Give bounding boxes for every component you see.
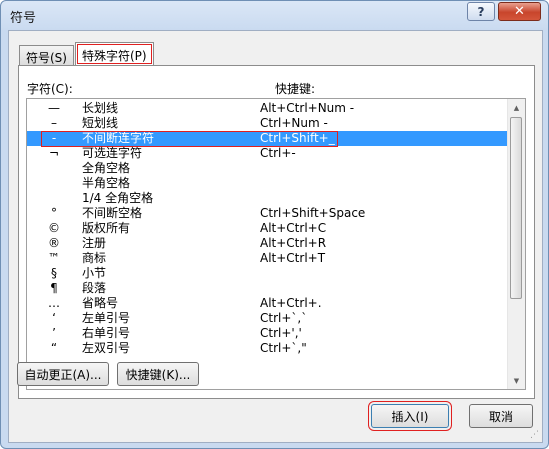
scroll-up-icon[interactable]: ▲ [508, 99, 525, 116]
list-item-name: 全角空格 [82, 161, 131, 175]
list-item-shortcut: Ctrl+`," [260, 341, 307, 355]
list-item[interactable]: ¬ 可选连字符 Ctrl+- [27, 146, 507, 161]
list-item-shortcut: Ctrl+',' [260, 326, 302, 340]
close-button[interactable]: ✕ [498, 2, 541, 21]
list-item[interactable]: - 不间断连字符 Ctrl+Shift+_ [27, 131, 507, 147]
list-item-name: 省略号 [82, 296, 119, 310]
list-item[interactable]: ’ 右单引号 Ctrl+',' [27, 326, 507, 341]
list-item[interactable]: © 版权所有 Alt+Ctrl+C [27, 221, 507, 236]
list-item[interactable]: ¶ 段落 [27, 281, 507, 296]
list-item-symbol: ‘ [52, 311, 56, 325]
list-item[interactable]: — 长划线 Alt+Ctrl+Num - [27, 101, 507, 116]
list-item-shortcut: Alt+Ctrl+Num - [260, 101, 355, 115]
list-item[interactable]: 半角空格 [27, 176, 507, 191]
list-item-name: 短划线 [82, 116, 119, 130]
resize-grip-icon[interactable]: ⋰ [530, 430, 540, 440]
list-item-symbol: ° [51, 206, 57, 220]
list-item-symbol: - [51, 131, 57, 145]
list-item-name: 长划线 [82, 101, 119, 115]
list-item-name: 小节 [82, 266, 107, 280]
list-item[interactable]: ® 注册 Alt+Ctrl+R [27, 236, 507, 251]
list-item-symbol: © [48, 221, 60, 235]
list-item-shortcut: Ctrl+Shift+_ [260, 131, 335, 145]
list-item[interactable]: … 省略号 Alt+Ctrl+. [27, 296, 507, 311]
list-item[interactable]: ™ 商标 Alt+Ctrl+T [27, 251, 507, 266]
character-column-header: 字符(C): [27, 82, 73, 96]
scroll-down-icon[interactable]: ▼ [508, 372, 525, 389]
list-item-symbol: — [48, 101, 60, 115]
list-item-shortcut: Ctrl+- [260, 146, 296, 160]
list-item-symbol: ¬ [48, 146, 60, 160]
shortcut-column-header: 快捷键: [275, 82, 316, 96]
list-item-name: 商标 [82, 251, 107, 265]
list-item-symbol: “ [50, 341, 58, 355]
list-item-symbol: ¶ [50, 281, 58, 295]
list-item-symbol: – [51, 116, 57, 130]
list-item-name: 1/4 全角空格 [82, 191, 154, 205]
list-item-name: 左单引号 [82, 311, 131, 325]
list-item-shortcut: Ctrl+Shift+Space [260, 206, 366, 220]
list-item[interactable]: 全角空格 [27, 161, 507, 176]
list-item-name: 半角空格 [82, 176, 131, 190]
list-item-name: 注册 [82, 236, 107, 250]
tab-symbols[interactable]: 符号(S) [19, 45, 74, 65]
list-item-name: 段落 [82, 281, 107, 295]
list-item-shortcut: Alt+Ctrl+. [260, 296, 322, 310]
list-item-symbol: … [48, 296, 60, 310]
list-item-shortcut: Alt+Ctrl+C [260, 221, 327, 235]
help-button[interactable]: ? [467, 2, 495, 21]
list-item[interactable]: 1/4 全角空格 [27, 191, 507, 206]
cancel-button[interactable]: 取消 [469, 404, 533, 428]
list-item-name: 版权所有 [82, 221, 131, 235]
symbol-dialog: 符号 ? ✕ 符号(S) 特殊字符(P) 字符(C): 快捷键: — 长划线 Alt… [0, 0, 549, 449]
list-item[interactable]: ° 不间断空格 Ctrl+Shift+Space [27, 206, 507, 221]
dialog-title: 符号 [10, 11, 37, 26]
list-item-name: 不间断连字符 [82, 131, 155, 145]
special-characters-list[interactable]: — 长划线 Alt+Ctrl+Num - – 短划线 Ctrl+Num - - 不间断连字符 C… [26, 98, 526, 390]
list-item[interactable]: – 短划线 Ctrl+Num - [27, 116, 507, 131]
help-icon: ? [477, 4, 485, 19]
list-item[interactable]: ‘ 左单引号 Ctrl+`,` [27, 311, 507, 326]
list-item-shortcut: Alt+Ctrl+T [260, 251, 326, 265]
list-item[interactable]: “ 左双引号 Ctrl+`," [27, 341, 507, 356]
list-item-shortcut: Ctrl+`,` [260, 311, 308, 325]
list-item-name: 左双引号 [82, 341, 131, 355]
tab-special-characters[interactable]: 特殊字符(P) [75, 42, 154, 66]
list-item[interactable]: § 小节 [27, 266, 507, 281]
autocorrect-button[interactable]: 自动更正(A)... [17, 362, 109, 386]
list-item-name: 可选连字符 [82, 146, 143, 160]
vertical-scrollbar[interactable]: ▲ ▼ [507, 99, 525, 389]
list-item-shortcut: Alt+Ctrl+R [260, 236, 327, 250]
special-characters-panel: 字符(C): 快捷键: — 长划线 Alt+Ctrl+Num - – 短划线 Ctrl+N… [18, 65, 535, 399]
list-item-symbol: ® [48, 236, 60, 250]
list-item-symbol: ™ [48, 251, 60, 265]
list-item-name: 不间断空格 [82, 206, 143, 220]
insert-button[interactable]: 插入(I) [368, 401, 452, 431]
list-item-symbol: ’ [52, 326, 56, 340]
dialog-body: 符号(S) 特殊字符(P) 字符(C): 快捷键: — 长划线 Alt+Ctrl+N… [8, 30, 543, 443]
shortcut-key-button[interactable]: 快捷键(K)... [117, 362, 199, 386]
scrollbar-thumb[interactable] [510, 117, 522, 299]
list-item-symbol: § [51, 266, 57, 280]
title-bar: 符号 ? ✕ [1, 1, 548, 29]
list-item-shortcut: Ctrl+Num - [260, 116, 328, 130]
list-item-name: 右单引号 [82, 326, 131, 340]
close-icon: ✕ [514, 4, 525, 19]
